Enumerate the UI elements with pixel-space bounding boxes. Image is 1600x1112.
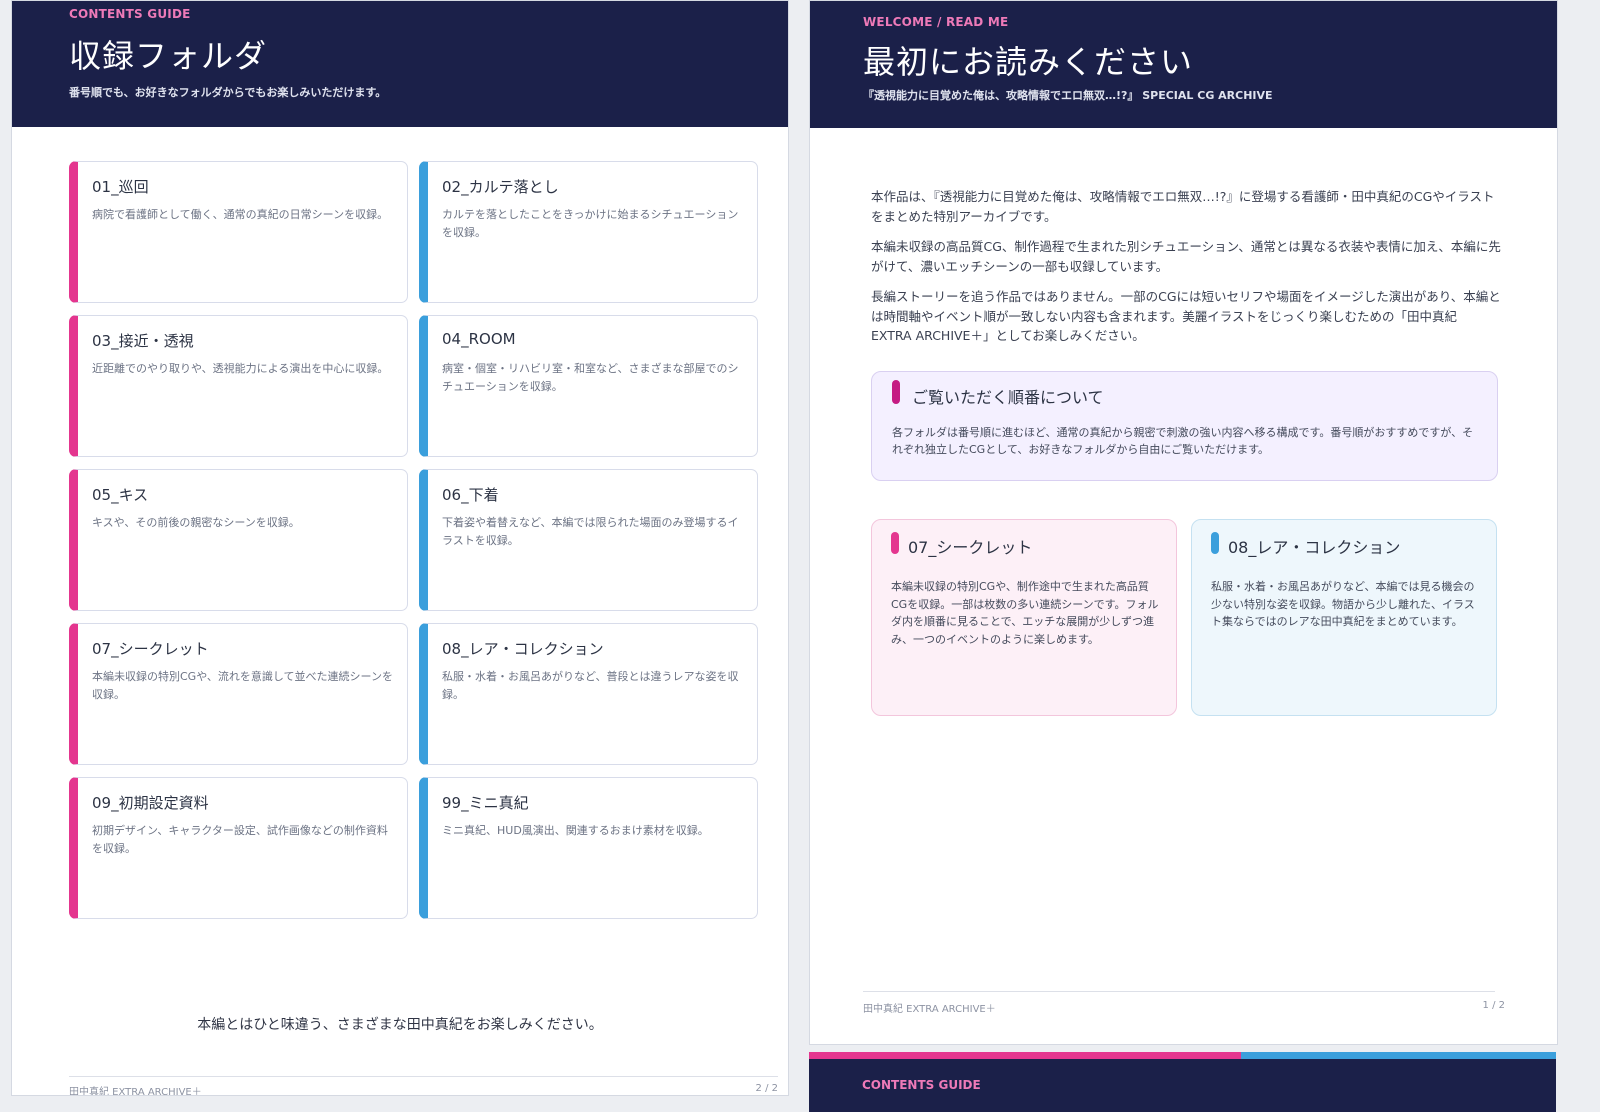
folder-description: 病院で看護師として働く、通常の真紀の日常シーンを収録。 [92,208,389,221]
feature-card-secret: 07_シークレット 本編未収録の特別CGや、制作途中で生まれた高品質CGを収録。… [871,519,1177,716]
folder-name: 09_初期設定資料 [92,794,209,812]
page-title: 収録フォルダ [69,37,268,75]
folder-description: 下着姿や着替えなど、本編では限られた場面のみ登場するイラストを収録。 [442,516,739,547]
page-header: CONTENTS GUIDE 収録フォルダ 番号順でも、お好きなフォルダからでも… [12,1,788,127]
folder-card-05[interactable]: 05_キス キスや、その前後の親密なシーンを収録。 [69,469,408,611]
page-subtitle: 『透視能力に目覚めた俺は、攻略情報でエロ無双…!?』 SPECIAL CG AR… [863,89,1273,102]
folder-name: 99_ミニ真紀 [442,794,529,812]
viewing-order-note: ご覧いただく順番について 各フォルダは番号順に進むほど、通常の真紀から親密で刺激… [871,371,1498,481]
page-header: WELCOME / READ ME 最初にお読みください 『透視能力に目覚めた俺… [810,1,1557,128]
footer-divider [69,1076,778,1077]
page-eyebrow: CONTENTS GUIDE [862,1078,981,1092]
folder-description: カルテを落としたことをきっかけに始まるシチュエーションを収録。 [442,208,739,239]
page-subtitle: 番号順でも、お好きなフォルダからでもお楽しみいただけます。 [69,86,387,99]
folder-description: 本編未収録の特別CGや、流れを意識して並べた連続シーンを収録。 [92,670,393,701]
intro-paragraph: 本作品は、『透視能力に目覚めた俺は、攻略情報でエロ無双…!?』に登場する看護師・… [871,189,1495,224]
feature-card-rare-collection: 08_レア・コレクション 私服・水着・お風呂あがりなど、本編では見る機会の少ない… [1191,519,1497,716]
folder-card-04[interactable]: 04_ROOM 病室・個室・リハビリ室・和室など、さまざまな部屋でのシチュエーシ… [419,315,758,457]
folder-card-02[interactable]: 02_カルテ落とし カルテを落としたことをきっかけに始まるシチュエーションを収録… [419,161,758,303]
folder-name: 05_キス [92,486,149,504]
folder-card-03[interactable]: 03_接近・透視 近距離でのやり取りや、透視能力による演出を中心に収録。 [69,315,408,457]
note-body: 各フォルダは番号順に進むほど、通常の真紀から親密で刺激の強い内容へ移る構成です。… [892,426,1474,456]
footer-title: 田中真紀 EXTRA ARCHIVE＋ [69,1087,202,1096]
closing-message: 本編とはひと味違う、さまざまな田中真紀をお楽しみください。 [197,1017,603,1033]
folder-name: 04_ROOM [442,330,516,348]
feature-accent-bar [891,532,899,554]
note-accent-bar [892,380,900,404]
folder-card-09[interactable]: 09_初期設定資料 初期デザイン、キャラクター設定、試作画像などの制作資料を収録… [69,777,408,919]
intro-paragraph: 本編未収録の高品質CG、制作過程で生まれた別シチュエーション、通常とは異なる衣装… [871,239,1501,274]
page-number: 2 / 2 [755,1083,778,1094]
next-page-preview: CONTENTS GUIDE [809,1052,1556,1112]
folder-name: 02_カルテ落とし [442,178,559,196]
accent-strip-pink [809,1052,1241,1059]
page-eyebrow: CONTENTS GUIDE [69,7,191,21]
folder-card-07[interactable]: 07_シークレット 本編未収録の特別CGや、流れを意識して並べた連続シーンを収録… [69,623,408,765]
feature-accent-bar [1211,532,1219,554]
folder-name: 03_接近・透視 [92,332,194,350]
footer-title: 田中真紀 EXTRA ARCHIVE＋ [863,1004,996,1015]
note-title: ご覧いただく順番について [912,388,1104,407]
folder-name: 06_下着 [442,486,499,504]
page-number: 1 / 2 [1482,1000,1505,1011]
page-title: 最初にお読みください [863,43,1194,81]
page-eyebrow: WELCOME / READ ME [863,15,1009,29]
folder-description: 病室・個室・リハビリ室・和室など、さまざまな部屋でのシチュエーションを収録。 [442,362,739,393]
folder-description: 近距離でのやり取りや、透視能力による演出を中心に収録。 [92,362,389,375]
welcome-page: WELCOME / READ ME 最初にお読みください 『透視能力に目覚めた俺… [809,0,1558,1045]
folder-description: ミニ真紀、HUD風演出、関連するおまけ素材を収録。 [442,824,709,837]
feature-title: 07_シークレット [908,538,1033,557]
footer-divider [863,991,1495,992]
feature-title: 08_レア・コレクション [1228,538,1401,557]
feature-body: 本編未収録の特別CGや、制作途中で生まれた高品質CGを収録。一部は枚数の多い連続… [891,580,1159,646]
folder-description: キスや、その前後の親密なシーンを収録。 [92,516,300,529]
folder-description: 私服・水着・お風呂あがりなど、普段とは違うレアな姿を収録。 [442,670,739,701]
intro-paragraph: 長編ストーリーを追う作品ではありません。一部のCGには短いセリフや場面をイメージ… [871,289,1501,343]
folder-name: 01_巡回 [92,178,149,196]
accent-strip-blue [1241,1052,1556,1059]
feature-body: 私服・水着・お風呂あがりなど、本編では見る機会の少ない特別な姿を収録。物語から少… [1211,580,1475,628]
folder-card-99[interactable]: 99_ミニ真紀 ミニ真紀、HUD風演出、関連するおまけ素材を収録。 [419,777,758,919]
folder-card-06[interactable]: 06_下着 下着姿や着替えなど、本編では限られた場面のみ登場するイラストを収録。 [419,469,758,611]
folder-name: 07_シークレット [92,640,209,658]
folder-name: 08_レア・コレクション [442,640,604,658]
folder-card-08[interactable]: 08_レア・コレクション 私服・水着・お風呂あがりなど、普段とは違うレアな姿を収… [419,623,758,765]
intro-text: 本作品は、『透視能力に目覚めた俺は、攻略情報でエロ無双…!?』に登場する看護師・… [871,187,1501,357]
contents-guide-page: CONTENTS GUIDE 収録フォルダ 番号順でも、お好きなフォルダからでも… [11,0,789,1096]
folder-card-01[interactable]: 01_巡回 病院で看護師として働く、通常の真紀の日常シーンを収録。 [69,161,408,303]
folder-description: 初期デザイン、キャラクター設定、試作画像などの制作資料を収録。 [92,824,388,855]
